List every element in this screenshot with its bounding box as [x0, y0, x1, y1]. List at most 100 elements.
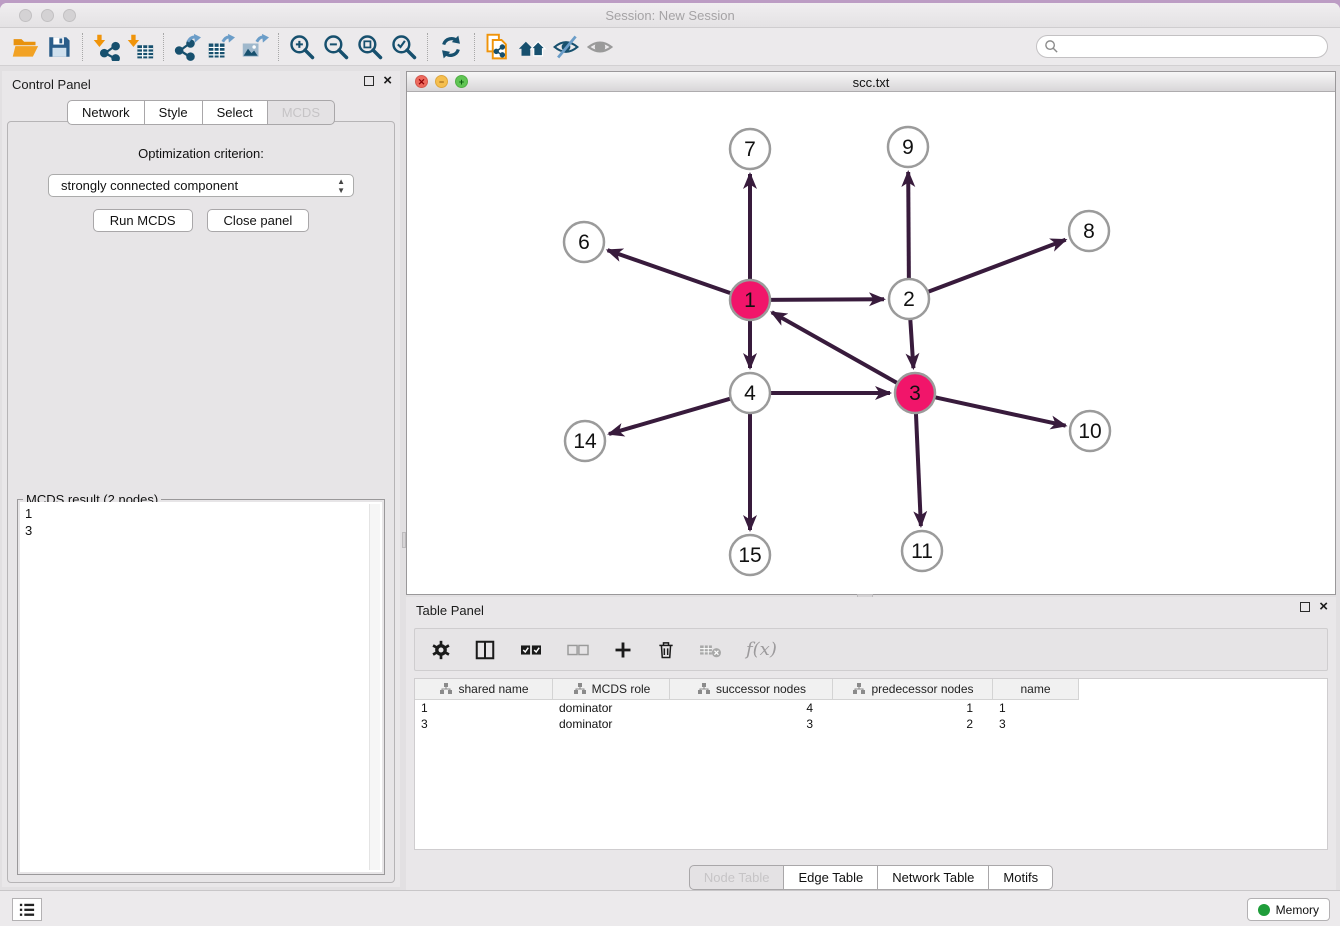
delete-row-button[interactable]	[656, 640, 676, 660]
column-header-predecessor-nodes[interactable]: predecessor nodes	[833, 679, 993, 700]
cell-mcds-role[interactable]: dominator	[553, 700, 670, 716]
table-settings-button[interactable]	[431, 640, 451, 660]
control-panel: Control Panel × Network Style Select MCD…	[2, 71, 400, 887]
cell-predecessor-nodes[interactable]: 2	[833, 716, 993, 732]
control-panel-tabs: Network Style Select MCDS	[2, 100, 400, 125]
cell-name[interactable]: 3	[993, 716, 1079, 732]
duplicate-network-button[interactable]	[481, 32, 515, 62]
list-icon	[18, 902, 36, 918]
zoom-fit-icon	[356, 33, 384, 61]
show-networks-button[interactable]	[515, 32, 549, 62]
cell-shared-name[interactable]: 1	[415, 700, 553, 716]
float-panel-icon[interactable]	[1300, 602, 1310, 612]
search-icon	[1044, 39, 1059, 54]
graph-edge-3-11[interactable]	[916, 410, 921, 526]
close-panel-icon[interactable]: ×	[1319, 602, 1328, 612]
export-network-button[interactable]	[170, 32, 204, 62]
network-window-title: scc.txt	[407, 75, 1335, 90]
result-scrollbar[interactable]	[369, 504, 380, 870]
toolbar-separator	[427, 33, 428, 61]
save-session-button[interactable]	[42, 32, 76, 62]
column-label: name	[1020, 682, 1050, 696]
graph-node-label-8: 8	[1083, 220, 1095, 243]
deselect-all-rows-button[interactable]	[566, 640, 590, 660]
tab-network-table[interactable]: Network Table	[878, 865, 989, 890]
graph-node-label-11: 11	[911, 540, 933, 563]
column-header-name[interactable]: name	[993, 679, 1079, 700]
cell-successor-nodes[interactable]: 3	[670, 716, 833, 732]
column-label: successor nodes	[716, 682, 806, 696]
mcds-result-text[interactable]: 1 3	[20, 502, 382, 872]
table-row[interactable]: 1 dominator 4 1 1	[415, 700, 1327, 716]
import-table-button[interactable]	[123, 32, 157, 62]
zoom-in-button[interactable]	[285, 32, 319, 62]
cell-successor-nodes[interactable]: 4	[670, 700, 833, 716]
toggle-panel-button[interactable]	[474, 639, 496, 661]
add-row-button[interactable]	[613, 640, 633, 660]
cell-shared-name[interactable]: 3	[415, 716, 553, 732]
hide-panel-button[interactable]	[549, 32, 583, 62]
graph-edge-1-6[interactable]	[608, 250, 734, 294]
graph-edge-4-14[interactable]	[609, 398, 734, 434]
zoom-selected-button[interactable]	[387, 32, 421, 62]
graph-node-label-15: 15	[738, 544, 761, 567]
tab-motifs[interactable]: Motifs	[989, 865, 1053, 890]
graph-edge-3-1[interactable]	[772, 312, 900, 384]
cell-predecessor-nodes[interactable]: 1	[833, 700, 993, 716]
export-table-icon	[207, 33, 235, 61]
status-bar: Memory	[0, 890, 1340, 926]
column-header-shared-name[interactable]: shared name	[415, 679, 553, 700]
column-header-successor-nodes[interactable]: successor nodes	[670, 679, 833, 700]
memory-button[interactable]: Memory	[1247, 898, 1330, 921]
plus-icon	[613, 640, 633, 660]
cell-name[interactable]: 1	[993, 700, 1079, 716]
float-panel-icon[interactable]	[364, 76, 374, 86]
search-input[interactable]	[1036, 35, 1328, 58]
close-panel-icon[interactable]: ×	[383, 76, 392, 86]
close-panel-button[interactable]: Close panel	[207, 209, 310, 232]
delete-column-button[interactable]	[699, 640, 723, 660]
criterion-select[interactable]: strongly connected component ▲▼	[48, 174, 354, 197]
column-edit-icon	[853, 683, 865, 695]
graph-node-label-4: 4	[744, 382, 756, 405]
tab-select[interactable]: Select	[203, 100, 268, 125]
graph-node-label-14: 14	[573, 430, 597, 453]
table-row[interactable]: 3 dominator 3 2 3	[415, 716, 1327, 732]
tab-style[interactable]: Style	[145, 100, 203, 125]
select-all-rows-button[interactable]	[519, 640, 543, 660]
zoom-fit-button[interactable]	[353, 32, 387, 62]
zoom-out-button[interactable]	[319, 32, 353, 62]
vertical-splitter-grip[interactable]	[402, 532, 406, 548]
column-header-mcds-role[interactable]: MCDS role	[553, 679, 670, 700]
tab-node-table[interactable]: Node Table	[689, 865, 785, 890]
task-history-button[interactable]	[12, 898, 42, 921]
apply-function-button[interactable]: f(x)	[746, 639, 777, 660]
criterion-selected-value: strongly connected component	[61, 178, 238, 193]
graph-edge-2-9[interactable]	[908, 172, 909, 282]
tab-mcds[interactable]: MCDS	[268, 100, 335, 125]
graph-edge-2-3[interactable]	[910, 316, 913, 368]
control-panel-header: Control Panel ×	[2, 71, 400, 97]
column-edit-icon	[574, 683, 586, 695]
show-panel-button[interactable]	[583, 32, 617, 62]
run-mcds-button[interactable]: Run MCDS	[93, 209, 193, 232]
import-network-button[interactable]	[89, 32, 123, 62]
graph-edge-2-8[interactable]	[925, 240, 1066, 293]
open-session-button[interactable]	[8, 32, 42, 62]
network-canvas[interactable]: 1234678910111415	[407, 92, 1335, 594]
zoom-out-icon	[322, 33, 350, 61]
export-table-button[interactable]	[204, 32, 238, 62]
window-titlebar: Session: New Session	[0, 3, 1340, 28]
export-image-button[interactable]	[238, 32, 272, 62]
graph-node-label-6: 6	[578, 231, 590, 254]
search-container	[1036, 35, 1328, 58]
tab-edge-table[interactable]: Edge Table	[784, 865, 878, 890]
network-graph[interactable]: 1234678910111415	[407, 92, 1335, 594]
apply-layout-button[interactable]	[434, 32, 468, 62]
control-panel-title: Control Panel	[12, 77, 91, 92]
cell-mcds-role[interactable]: dominator	[553, 716, 670, 732]
graph-edge-3-10[interactable]	[932, 397, 1066, 426]
graph-edge-1-2[interactable]	[767, 299, 884, 300]
export-network-icon	[173, 33, 201, 61]
tab-network[interactable]: Network	[67, 100, 145, 125]
